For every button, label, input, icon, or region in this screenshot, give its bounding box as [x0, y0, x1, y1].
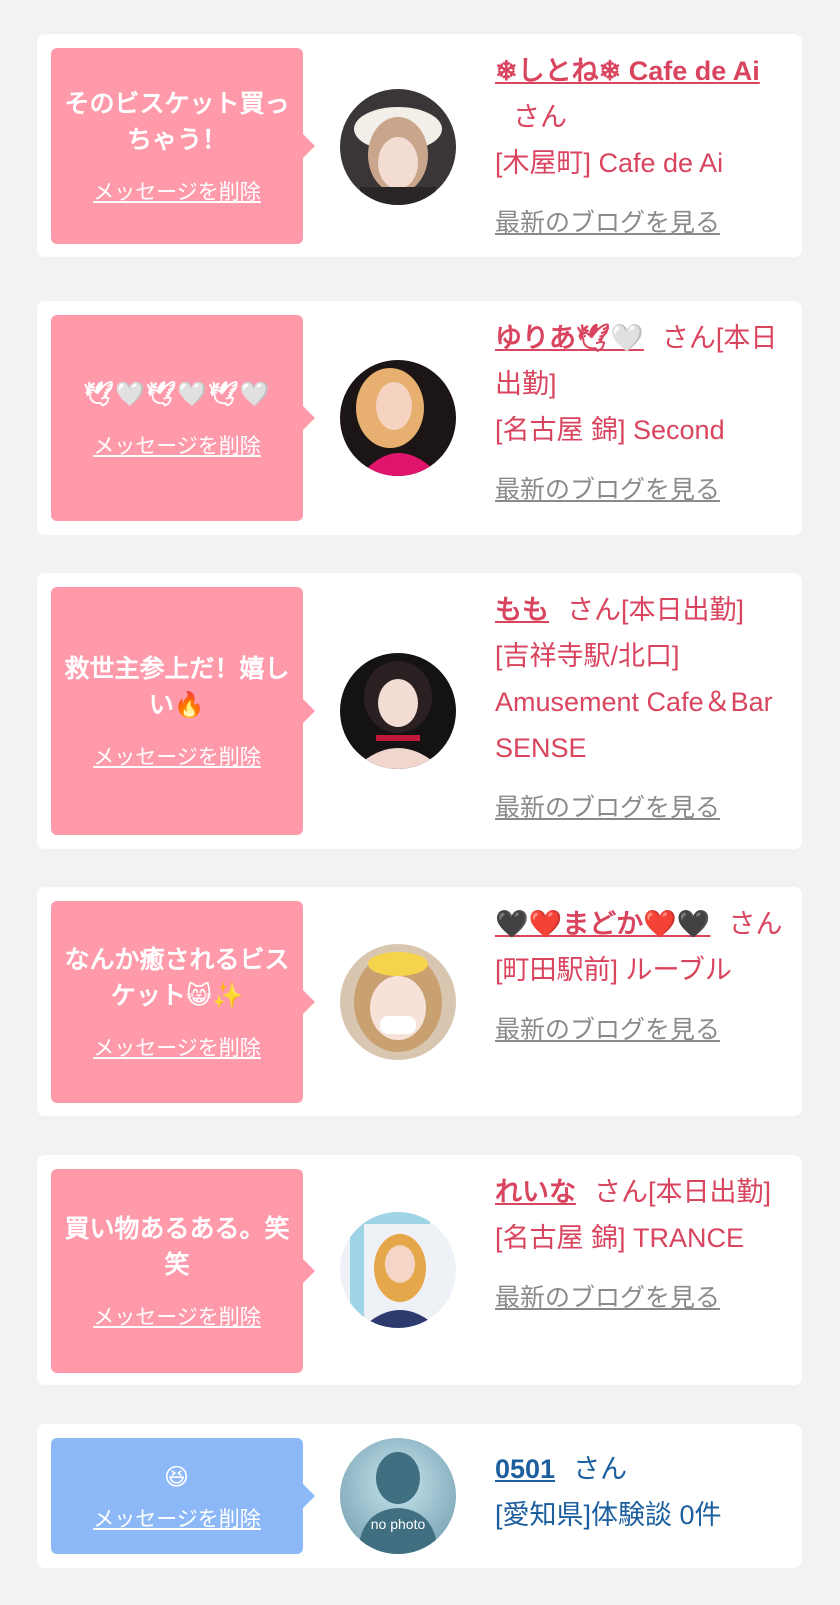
user-name-link[interactable]: れいな [495, 1177, 576, 1207]
photo-avatar-icon [340, 89, 456, 205]
user-name-link[interactable]: ゆりあ🕊🤍 [495, 323, 644, 353]
user-avatar[interactable] [340, 653, 456, 769]
shop-info: [吉祥寺駅/北口] Amusement Cafe＆Bar SENSE [495, 641, 773, 763]
no-photo-label: no photo [370, 1516, 426, 1532]
honorific: さん [513, 102, 567, 132]
message-text: 🕊🤍🕊🤍🕊🤍 [83, 380, 271, 408]
delete-message-link[interactable]: メッセージを削除 [93, 741, 261, 771]
silhouette-avatar-icon [340, 1438, 456, 1554]
delete-message-link[interactable]: メッセージを削除 [93, 176, 261, 206]
delete-message-link[interactable]: メッセージを削除 [93, 1032, 261, 1062]
user-name-link[interactable]: 🖤❤️まどか❤️🖤 [495, 909, 710, 939]
user-avatar[interactable]: no photo [340, 1438, 456, 1554]
view-blog-link[interactable]: 最新のブログを見る [495, 467, 785, 513]
user-avatar[interactable] [340, 944, 456, 1060]
message-text: 救世主参上だ！嬉しい🔥 [64, 654, 290, 719]
shop-info: [名古屋 錦] TRANCE [495, 1223, 745, 1253]
message-text: 買い物あるある。笑笑 [64, 1214, 290, 1279]
user-avatar[interactable] [340, 1212, 456, 1328]
message-card: 救世主参上だ！嬉しい🔥 メッセージを削除 もも さん[本日出勤] [吉祥寺駅/北口… [37, 573, 802, 849]
user-info: 0501 さん [愛知県]体験談 0件 [495, 1446, 785, 1538]
message-card: 🕊🤍🕊🤍🕊🤍 メッセージを削除 ゆりあ🕊🤍 さん[本日出勤] [名古屋 錦] Se… [37, 301, 802, 535]
user-name-link[interactable]: 0501 [495, 1454, 555, 1484]
user-name-link[interactable]: ❄しとね❄ Cafe de Ai [495, 56, 760, 86]
photo-avatar-icon [340, 360, 456, 476]
message-text: そのビスケット買っちゃう！ [64, 89, 290, 154]
message-card: そのビスケット買っちゃう！ メッセージを削除 ❄しとね❄ Cafe de Ai さ… [37, 34, 802, 257]
message-card: なんか癒されるビスケット😸✨ メッセージを削除 🖤❤️まどか❤️🖤 さん [町田駅… [37, 887, 802, 1116]
message-text: 😆 [163, 1463, 191, 1491]
user-name-link[interactable]: もも [495, 595, 549, 625]
shop-info: [愛知県]体験談 0件 [495, 1500, 722, 1530]
shop-info: [木屋町] Cafe de Ai [495, 148, 724, 178]
shop-info: [名古屋 錦] Second [495, 415, 725, 445]
honorific: さん[本日出勤] [594, 1177, 772, 1207]
delete-message-link[interactable]: メッセージを削除 [93, 1503, 261, 1533]
user-info: もも さん[本日出勤] [吉祥寺駅/北口] Amusement Cafe＆Bar … [495, 587, 785, 831]
message-bubble: 買い物あるある。笑笑 メッセージを削除 [51, 1169, 315, 1373]
user-info: 🖤❤️まどか❤️🖤 さん [町田駅前] ルーブル 最新のブログを見る [495, 901, 785, 1053]
message-list: そのビスケット買っちゃう！ メッセージを削除 ❄しとね❄ Cafe de Ai さ… [0, 0, 840, 1605]
message-bubble: 🕊🤍🕊🤍🕊🤍 メッセージを削除 [51, 315, 315, 521]
user-info: ゆりあ🕊🤍 さん[本日出勤] [名古屋 錦] Second 最新のブログを見る [495, 315, 785, 513]
message-bubble: 救世主参上だ！嬉しい🔥 メッセージを削除 [51, 587, 315, 835]
message-card: 😆 メッセージを削除 no photo 0501 さん [愛知県]体験談 0件 [37, 1424, 802, 1568]
shop-info: [町田駅前] ルーブル [495, 955, 732, 985]
user-info: ❄しとね❄ Cafe de Ai さん [木屋町] Cafe de Ai 最新のブ… [495, 48, 785, 246]
honorific: さん[本日出勤] [567, 595, 745, 625]
view-blog-link[interactable]: 最新のブログを見る [495, 200, 785, 246]
message-bubble: そのビスケット買っちゃう！ メッセージを削除 [51, 48, 315, 244]
user-avatar[interactable] [340, 89, 456, 205]
message-bubble: なんか癒されるビスケット😸✨ メッセージを削除 [51, 901, 315, 1103]
honorific: さん [573, 1454, 628, 1484]
message-card: 買い物あるある。笑笑 メッセージを削除 れいな さん[本日出勤] [名古屋 錦] … [37, 1155, 802, 1385]
view-blog-link[interactable]: 最新のブログを見る [495, 1275, 785, 1321]
photo-avatar-icon [340, 653, 456, 769]
photo-avatar-icon [340, 1212, 456, 1328]
honorific: さん [728, 909, 783, 939]
view-blog-link[interactable]: 最新のブログを見る [495, 785, 785, 831]
message-text: なんか癒されるビスケット😸✨ [64, 945, 290, 1010]
user-avatar[interactable] [340, 360, 456, 476]
photo-avatar-icon [340, 944, 456, 1060]
user-info: れいな さん[本日出勤] [名古屋 錦] TRANCE 最新のブログを見る [495, 1169, 785, 1321]
view-blog-link[interactable]: 最新のブログを見る [495, 1007, 785, 1053]
delete-message-link[interactable]: メッセージを削除 [93, 1301, 261, 1331]
message-bubble: 😆 メッセージを削除 [51, 1438, 315, 1554]
delete-message-link[interactable]: メッセージを削除 [93, 430, 261, 460]
